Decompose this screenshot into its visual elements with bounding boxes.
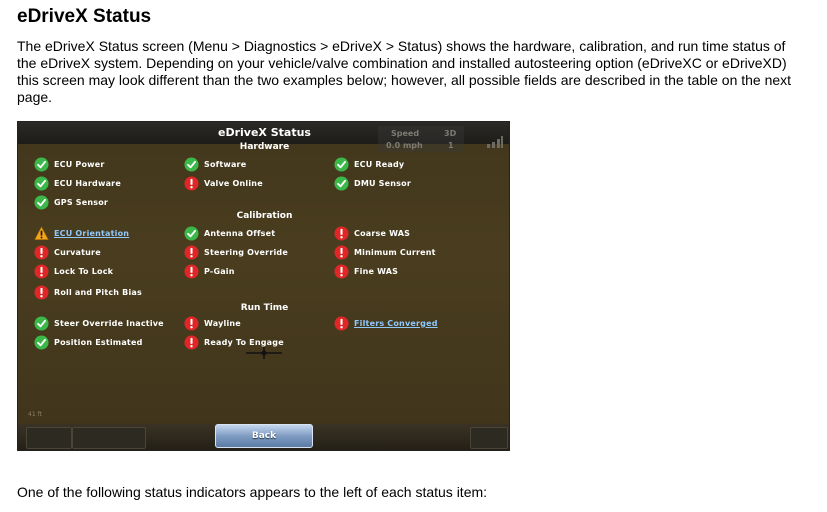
status-item-steer-override-inactive: Steer Override Inactive xyxy=(34,315,164,331)
status-item-valve-online: Valve Online xyxy=(184,175,263,191)
status-item-label: Antenna Offset xyxy=(204,228,276,238)
status-item-label: Lock To Lock xyxy=(54,266,114,276)
menu-button[interactable] xyxy=(26,427,72,449)
status-item-p-gain: P-Gain xyxy=(184,263,235,279)
status-warning-icon xyxy=(34,225,49,240)
status-item-dmu-sensor: DMU Sensor xyxy=(334,175,411,191)
status-ok-icon xyxy=(34,315,49,331)
camera-button[interactable] xyxy=(470,427,508,449)
status-item-label: ECU Power xyxy=(54,159,105,169)
status-ok-icon xyxy=(184,225,199,241)
status-item-label: Fine WAS xyxy=(354,266,399,276)
status-item-coarse-was: Coarse WAS xyxy=(334,225,410,241)
status-item-minimum-current: Minimum Current xyxy=(334,244,436,260)
vehicle-marker-icon xyxy=(246,347,282,359)
status-ok-icon xyxy=(34,194,49,210)
document-footer-text: One of the following status indicators a… xyxy=(17,484,488,500)
map-scale-label: 41 ft xyxy=(28,411,42,418)
status-ok-icon xyxy=(34,334,49,350)
status-error-icon xyxy=(334,263,349,279)
status-item-software: Software xyxy=(184,156,246,172)
status-item-label: Steering Override xyxy=(204,247,288,257)
status-item-ecu-orientation[interactable]: ECU Orientation xyxy=(34,225,129,241)
status-item-label: Minimum Current xyxy=(354,247,436,257)
status-error-icon xyxy=(184,244,199,260)
document-intro: The eDriveX Status screen (Menu > Diagno… xyxy=(17,38,792,105)
filters-converged-link[interactable]: Filters Converged xyxy=(354,319,438,328)
status-item-label: Coarse WAS xyxy=(354,228,411,238)
status-error-icon xyxy=(184,263,199,279)
status-item-label: DMU Sensor xyxy=(354,178,411,188)
status-item-label: GPS Sensor xyxy=(54,197,109,207)
status-item-label: ECU Ready xyxy=(354,159,405,169)
status-ok-icon xyxy=(334,175,349,191)
status-error-icon xyxy=(184,315,199,331)
status-item-label: Position Estimated xyxy=(54,337,143,347)
status-item-label: Software xyxy=(204,159,247,169)
status-ok-icon xyxy=(184,156,199,172)
status-ok-icon xyxy=(34,156,49,172)
status-error-icon xyxy=(34,263,49,279)
status-error-icon xyxy=(334,244,349,260)
status-item-label: Curvature xyxy=(54,247,101,257)
status-item-ecu-hardware: ECU Hardware xyxy=(34,175,121,191)
edrivex-status-screen: eDriveX Status Speed 0.0 mph 3D 1 Hardwa… xyxy=(17,121,510,451)
status-ok-icon xyxy=(334,156,349,172)
document-title: eDriveX Status xyxy=(17,6,152,27)
status-item-gps-sensor: GPS Sensor xyxy=(34,194,108,210)
status-item-steering-override: Steering Override xyxy=(184,244,288,260)
status-item-label: Roll and Pitch Bias xyxy=(54,287,142,297)
calibration-section-title: Calibration xyxy=(236,211,293,221)
status-item-position-estimated: Position Estimated xyxy=(34,334,143,350)
status-error-icon xyxy=(184,334,199,350)
status-item-roll-and-pitch-bias: Roll and Pitch Bias xyxy=(34,284,142,300)
status-item-filters-converged[interactable]: Filters Converged xyxy=(334,315,438,331)
status-error-icon xyxy=(184,175,199,191)
toolbar-button[interactable] xyxy=(72,427,146,449)
status-item-curvature: Curvature xyxy=(34,244,101,260)
speed-label: Speed xyxy=(391,129,420,138)
status-item-lock-to-lock: Lock To Lock xyxy=(34,263,113,279)
status-item-label: Steer Override Inactive xyxy=(54,318,164,328)
status-item-ecu-power: ECU Power xyxy=(34,156,105,172)
status-error-icon xyxy=(334,315,349,331)
status-item-wayline: Wayline xyxy=(184,315,241,331)
status-error-icon xyxy=(34,244,49,260)
gps-fix-label: 3D xyxy=(444,129,457,138)
back-button[interactable]: Back xyxy=(215,424,313,448)
status-item-ecu-ready: ECU Ready xyxy=(334,156,404,172)
status-item-label: Wayline xyxy=(204,318,241,328)
runtime-section-title: Run Time xyxy=(240,303,289,313)
status-item-label: ECU Hardware xyxy=(54,178,121,188)
ecu-orientation-link[interactable]: ECU Orientation xyxy=(54,229,129,238)
status-ok-icon xyxy=(34,175,49,191)
status-error-icon xyxy=(34,284,49,300)
status-error-icon xyxy=(334,225,349,241)
status-item-label: P-Gain xyxy=(204,266,235,276)
hardware-section-title: Hardware xyxy=(239,142,290,152)
status-item-antenna-offset: Antenna Offset xyxy=(184,225,275,241)
status-item-fine-was: Fine WAS xyxy=(334,263,398,279)
status-item-label: Valve Online xyxy=(204,178,263,188)
